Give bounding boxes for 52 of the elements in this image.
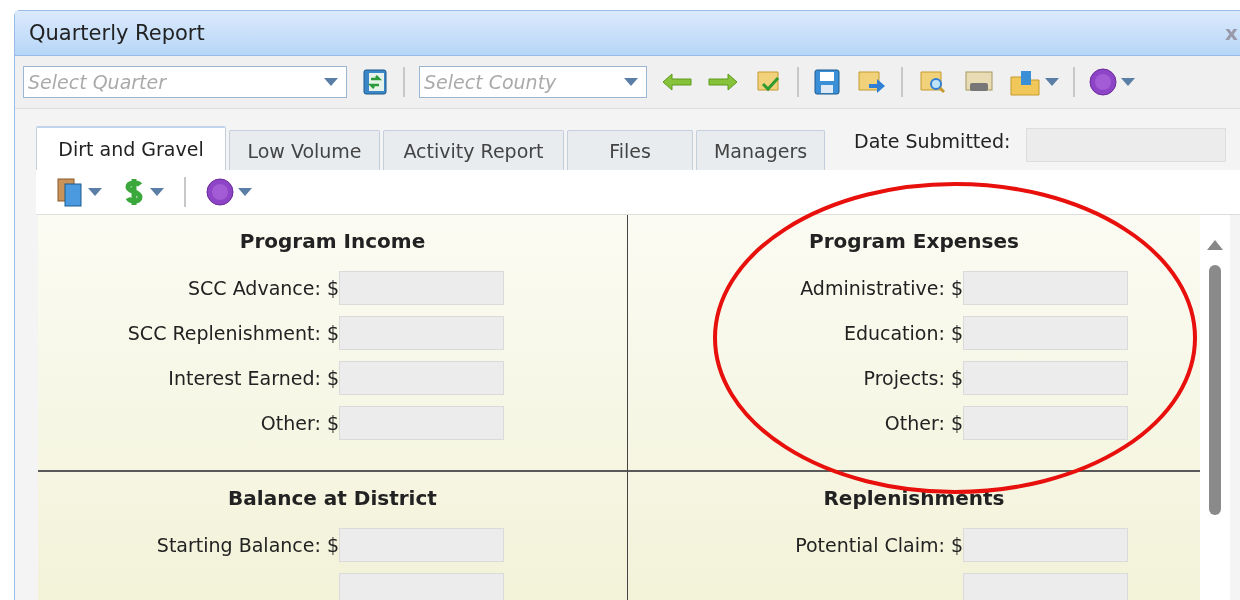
- caret-icon[interactable]: [238, 188, 252, 196]
- field-label: Education: $: [843, 322, 963, 344]
- field-label: Projects: $: [863, 367, 963, 389]
- tab[interactable]: Low Volume: [229, 130, 380, 170]
- tab[interactable]: Activity Report: [383, 130, 564, 170]
- field-label: Interest Earned: $: [168, 367, 339, 389]
- window-title: Quarterly Report: [29, 21, 206, 45]
- left-arrow-icon[interactable]: [661, 72, 693, 92]
- help-icon[interactable]: [206, 178, 234, 206]
- right-arrow-icon[interactable]: [707, 72, 739, 92]
- field-label: Other: $: [884, 412, 963, 434]
- field-label: Administrative: $: [800, 277, 963, 299]
- caret-icon[interactable]: [324, 78, 338, 86]
- section-heading: Balance at District: [227, 486, 438, 510]
- caret-icon[interactable]: [150, 188, 164, 196]
- scroll-arrow-icon[interactable]: [855, 68, 887, 96]
- caret-icon[interactable]: [1045, 78, 1059, 86]
- field-label: SCC Replenishment: $: [127, 322, 339, 344]
- amount-field[interactable]: [339, 573, 504, 600]
- caret-icon[interactable]: [624, 78, 638, 86]
- amount-field[interactable]: [963, 361, 1128, 395]
- scroll-up-icon[interactable]: [1207, 240, 1223, 250]
- field-label: Starting Balance: $: [156, 534, 339, 556]
- quarter-select[interactable]: Select Quarter: [23, 66, 347, 98]
- notebook-icon[interactable]: [361, 68, 389, 96]
- field-label: Other: $: [260, 412, 339, 434]
- amount-field[interactable]: [339, 528, 504, 562]
- section-heading: Program Expenses: [808, 229, 1020, 253]
- caret-icon[interactable]: [88, 188, 102, 196]
- tab[interactable]: Files: [567, 130, 693, 170]
- amount-field[interactable]: [339, 316, 504, 350]
- amount-field[interactable]: [339, 271, 504, 305]
- county-select[interactable]: Select County: [419, 66, 647, 98]
- scrollbar-thumb[interactable]: [1209, 265, 1221, 515]
- date-submitted-label: Date Submitted:: [854, 129, 1011, 152]
- amount-field[interactable]: [963, 528, 1128, 562]
- field-label: Potential Claim: $: [795, 534, 963, 556]
- section-heading: Replenishments: [822, 486, 1006, 510]
- help-icon[interactable]: [1089, 68, 1117, 96]
- documents-icon[interactable]: [56, 177, 84, 207]
- caret-icon[interactable]: [1121, 78, 1135, 86]
- amount-field[interactable]: [339, 406, 504, 440]
- amount-field[interactable]: [963, 406, 1128, 440]
- amount-field[interactable]: [339, 361, 504, 395]
- field-label: SCC Advance: $: [188, 277, 339, 299]
- tab[interactable]: Managers: [696, 130, 825, 170]
- save-icon[interactable]: [813, 68, 841, 96]
- tab[interactable]: Dirt and Gravel: [36, 126, 226, 170]
- section-heading: Program Income: [238, 229, 427, 253]
- amount-field[interactable]: [963, 271, 1128, 305]
- amount-field[interactable]: [963, 316, 1128, 350]
- amount-field[interactable]: [963, 573, 1128, 600]
